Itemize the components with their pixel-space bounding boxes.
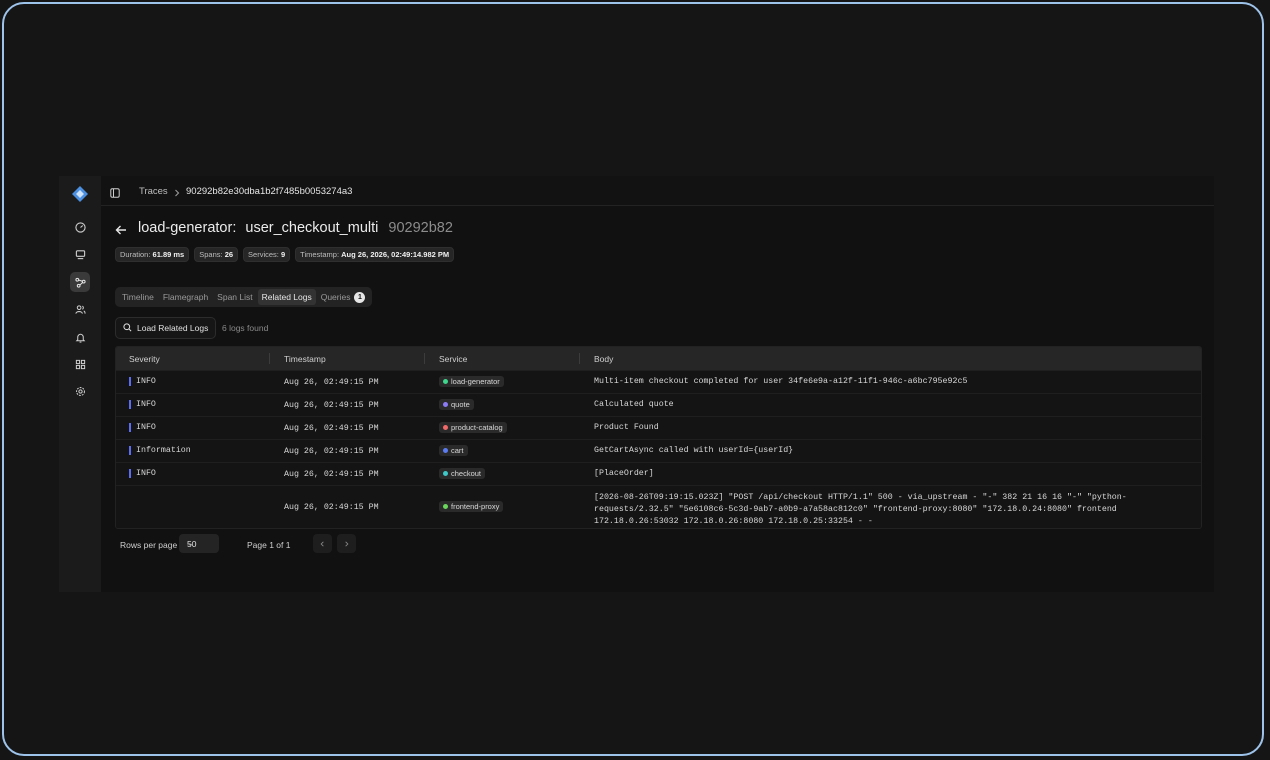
table-row[interactable]: INFO Aug 26, 02:49:15 PM checkout [Place… xyxy=(116,462,1201,485)
tab-related-logs[interactable]: Related Logs xyxy=(257,289,316,305)
table-row[interactable]: INFO Aug 26, 02:49:15 PM product-catalog… xyxy=(116,416,1201,439)
timestamp-cell: Aug 26, 02:49:15 PM xyxy=(284,447,379,456)
severity-indicator xyxy=(129,423,131,432)
duration-badge: Duration: 61.89 ms xyxy=(115,247,190,262)
breadcrumb-traces[interactable]: Traces xyxy=(139,186,168,197)
previous-page-button[interactable] xyxy=(313,534,332,553)
service-tag[interactable]: cart xyxy=(439,445,468,456)
dashboards-grid-icon[interactable] xyxy=(70,354,90,374)
tab-queries[interactable]: Queries 1 xyxy=(317,289,370,306)
tab-flamegraph[interactable]: Flamegraph xyxy=(159,289,212,305)
page-title: load-generator: user_checkout_multi 9029… xyxy=(138,220,453,236)
tab-span-list[interactable]: Span List xyxy=(213,289,256,305)
service-tag[interactable]: product-catalog xyxy=(439,422,507,433)
app-logo-icon[interactable] xyxy=(70,184,90,204)
next-page-button[interactable] xyxy=(337,534,356,553)
service-tag[interactable]: checkout xyxy=(439,468,486,479)
back-arrow-icon[interactable] xyxy=(115,223,127,241)
top-bar: Traces 90292b82e30dba1b2f7485b0053274a3 xyxy=(101,176,1214,206)
body-cell: [PlaceOrder] xyxy=(594,469,654,478)
table-row[interactable]: INFO Aug 26, 02:49:15 PM quote Calculate… xyxy=(116,393,1201,416)
dashboard-gauge-icon[interactable] xyxy=(70,217,90,237)
severity-cell: INFO xyxy=(136,469,156,478)
related-logs-table: Severity Timestamp Service Body INFO Aug… xyxy=(115,346,1202,529)
load-related-logs-button[interactable]: Load Related Logs xyxy=(115,317,217,339)
load-related-logs-label: Load Related Logs xyxy=(137,323,209,333)
services-badge: Services: 9 xyxy=(243,247,291,262)
traces-icon[interactable] xyxy=(70,272,90,292)
sidebar-rail xyxy=(59,176,101,592)
main-panel: Traces 90292b82e30dba1b2f7485b0053274a3 … xyxy=(101,176,1214,592)
table-header: Severity Timestamp Service Body xyxy=(116,347,1201,370)
rows-per-page-label: Rows per page xyxy=(120,540,178,550)
chevron-down-icon xyxy=(187,540,213,550)
tab-timeline[interactable]: Timeline xyxy=(118,289,158,305)
page-indicator: Page 1 of 1 xyxy=(247,540,291,550)
timestamp-cell: Aug 26, 02:49:15 PM xyxy=(284,378,379,387)
trace-stats: Duration: 61.89 ms Spans: 26 Services: 9… xyxy=(115,247,455,262)
logs-found-count: 6 logs found xyxy=(222,323,269,333)
table-row[interactable]: Information Aug 26, 02:49:15 PM cart Get… xyxy=(116,439,1201,462)
queries-count-badge: 1 xyxy=(354,291,366,303)
severity-indicator xyxy=(129,377,131,386)
timestamp-cell: Aug 26, 02:49:15 PM xyxy=(284,401,379,410)
service-tag[interactable]: frontend-proxy xyxy=(439,501,504,512)
severity-indicator xyxy=(129,400,131,409)
body-cell: Calculated quote xyxy=(594,400,674,409)
pagination: Rows per page 50 Page 1 of 1 xyxy=(115,534,715,554)
severity-cell: Information xyxy=(136,446,191,455)
tab-queries-label: Queries xyxy=(320,292,351,302)
search-icon xyxy=(123,322,132,334)
body-cell: Product Found xyxy=(594,423,659,432)
column-body[interactable]: Body xyxy=(594,354,613,364)
app-window: Traces 90292b82e30dba1b2f7485b0053274a3 … xyxy=(59,176,1214,592)
chevron-right-icon xyxy=(173,185,181,203)
sidebar-toggle-icon[interactable] xyxy=(110,185,120,203)
infrastructure-icon[interactable] xyxy=(70,244,90,264)
table-row[interactable]: Aug 26, 02:49:15 PM frontend-proxy [2026… xyxy=(116,485,1201,528)
column-severity[interactable]: Severity xyxy=(129,354,160,364)
timestamp-cell: Aug 26, 02:49:15 PM xyxy=(284,470,379,479)
trace-short-id: 90292b82 xyxy=(388,220,453,236)
trace-view-tabs: Timeline Flamegraph Span List Related Lo… xyxy=(115,287,373,307)
timestamp-cell: Aug 26, 02:49:15 PM xyxy=(284,424,379,433)
settings-gear-icon[interactable] xyxy=(70,381,90,401)
severity-indicator xyxy=(129,446,131,455)
severity-cell: INFO xyxy=(136,400,156,409)
service-tag[interactable]: quote xyxy=(439,399,474,410)
window-frame: Traces 90292b82e30dba1b2f7485b0053274a3 … xyxy=(2,2,1264,756)
trace-operation-name: user_checkout_multi xyxy=(245,220,379,236)
timestamp-badge: Timestamp: Aug 26, 2026, 02:49:14.982 PM xyxy=(295,247,455,262)
severity-cell: INFO xyxy=(136,423,156,432)
service-tag[interactable]: load-generator xyxy=(439,376,504,387)
column-timestamp[interactable]: Timestamp xyxy=(284,354,326,364)
users-icon[interactable] xyxy=(70,299,90,319)
trace-service-name: load-generator: xyxy=(138,220,237,236)
rows-per-page-select[interactable]: 50 xyxy=(179,534,219,553)
body-cell: Multi-item checkout completed for user 3… xyxy=(594,377,968,386)
severity-cell: INFO xyxy=(136,377,156,386)
timestamp-cell: Aug 26, 02:49:15 PM xyxy=(284,503,379,512)
column-service[interactable]: Service xyxy=(439,354,467,364)
spans-badge: Spans: 26 xyxy=(194,247,239,262)
body-cell: GetCartAsync called with userId={userId} xyxy=(594,446,794,455)
severity-indicator xyxy=(129,469,131,478)
breadcrumb-trace-id: 90292b82e30dba1b2f7485b0053274a3 xyxy=(186,186,353,197)
alerts-bell-icon[interactable] xyxy=(70,327,90,347)
body-cell: [2026-08-26T09:19:15.023Z] "POST /api/ch… xyxy=(594,493,1127,526)
table-row[interactable]: INFO Aug 26, 02:49:15 PM load-generator … xyxy=(116,370,1201,393)
